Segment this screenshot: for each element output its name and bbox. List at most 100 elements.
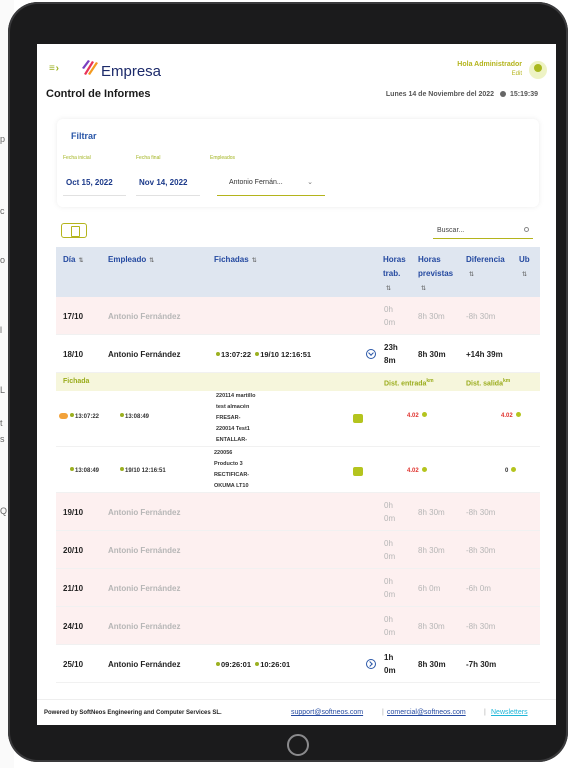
detail-dist-salida: 0: [505, 467, 517, 474]
cell-horas-previstas: 8h 30m: [418, 508, 445, 517]
cell-empleado: Antonio Fernández: [108, 622, 181, 631]
cell-dia: 18/10: [63, 350, 84, 359]
cell-diferencia: +14h 39m: [466, 350, 503, 359]
location-pin-icon: [216, 662, 220, 666]
location-dot-icon: [515, 412, 521, 417]
current-time: 15:19:39: [509, 91, 538, 98]
location-pin-icon: [70, 413, 74, 417]
cell-horas-trab: 0h 0m: [384, 305, 396, 327]
location-dot-icon: [421, 467, 427, 472]
cell-diferencia: -8h 30m: [466, 508, 496, 517]
background-fragment: c: [0, 206, 5, 216]
table-row[interactable]: 20/10 Antonio Fernández 0h 0m 8h 30m -8h …: [56, 531, 540, 569]
footer-separator: |: [382, 709, 384, 716]
cell-dia: 19/10: [63, 508, 84, 517]
support-email-link[interactable]: support@softneos.com: [291, 709, 363, 716]
cell-fichadas: 09:26:01 10:26:01: [216, 660, 290, 669]
export-file-button[interactable]: [61, 223, 87, 238]
brand-logo-icon: [82, 60, 98, 75]
table-header: Día ⇅ Empleado ⇅ Fichadas ⇅ Horas trab. ⇅ Hor…: [56, 247, 540, 297]
brand-name: Empresa: [101, 63, 162, 80]
expand-row-button[interactable]: [366, 659, 376, 669]
col-diferencia[interactable]: Diferencia ⇅: [466, 253, 505, 282]
cell-empleado: Antonio Fernández: [108, 584, 181, 593]
table-row[interactable]: 19/10 Antonio Fernández 0h 0m 8h 30m -8h …: [56, 493, 540, 531]
end-date-input[interactable]: Nov 14, 2022: [136, 170, 200, 196]
sort-icon: ⇅: [149, 258, 155, 264]
wrench-icon[interactable]: [353, 467, 363, 476]
detail-header: Fichada Dist. entradakm Dist. salidakm: [56, 373, 540, 391]
cell-horas-trab: 0h 0m: [384, 501, 396, 523]
current-date: Lunes 14 de Noviembre del 2022: [385, 91, 495, 98]
powered-by-text: Powered by SoftNeos Engineering and Comp…: [44, 710, 222, 716]
start-date-input[interactable]: Oct 15, 2022: [63, 170, 126, 196]
background-fragment: p: [0, 134, 6, 144]
table-row[interactable]: 18/10 Antonio Fernández 13:07:22 19/10 1…: [56, 335, 540, 373]
detail-dist-salida: 4.02: [501, 412, 521, 419]
table-row[interactable]: 25/10 Antonio Fernández 09:26:01 10:26:0…: [56, 645, 540, 683]
filter-panel: Filtrar Fecha inicial Fecha final Emplea…: [57, 119, 539, 207]
status-icon: [59, 413, 68, 419]
table-row[interactable]: 21/10 Antonio Fernández 0h 0m 6h 0m -6h 0…: [56, 569, 540, 607]
clock-icon: [500, 91, 507, 97]
col-dia[interactable]: Día ⇅: [63, 253, 83, 268]
location-pin-icon: [120, 467, 124, 471]
employee-label: Empleados: [210, 155, 236, 161]
cell-dia: 21/10: [63, 584, 84, 593]
chevron-down-icon: ⌄: [307, 179, 313, 186]
detail-start: 13:08:49: [70, 467, 99, 474]
search-input[interactable]: Buscar...: [433, 223, 533, 239]
cell-horas-trab: 0h 0m: [384, 615, 396, 637]
search-placeholder: Buscar...: [437, 227, 465, 234]
sort-icon: ⇅: [386, 286, 392, 292]
cell-horas-previstas: 8h 30m: [418, 622, 445, 631]
location-pin-icon: [70, 467, 74, 471]
cell-diferencia: -7h 30m: [466, 660, 497, 669]
expand-row-button[interactable]: [366, 349, 376, 359]
newsletters-link[interactable]: Newsletters: [491, 709, 528, 716]
edit-profile-link[interactable]: Edit: [512, 71, 522, 77]
page-title: Control de Informes: [46, 88, 151, 100]
col-horas-previstas[interactable]: Horas previstas ⇅: [418, 253, 453, 296]
location-pin-icon: [255, 662, 260, 666]
table-row[interactable]: 24/10 Antonio Fernández 0h 0m 8h 30m -8h …: [56, 607, 540, 645]
detail-description: 220114 martillo test almacén FRESAR- 220…: [216, 393, 256, 443]
location-pin-icon: [216, 352, 220, 356]
background-fragment: l: [0, 325, 2, 335]
current-datetime: Lunes 14 de Noviembre del 2022 15:19:39: [386, 91, 538, 98]
col-horas-trab[interactable]: Horas trab. ⇅: [383, 253, 406, 296]
wrench-icon[interactable]: [353, 414, 363, 423]
cell-empleado: Antonio Fernández: [108, 508, 181, 517]
col-ubicacion[interactable]: Ub ⇅: [519, 253, 530, 282]
cell-empleado: Antonio Fernández: [108, 312, 181, 321]
sales-email-link[interactable]: comercial@softneos.com: [387, 709, 466, 716]
user-avatar[interactable]: [529, 61, 547, 79]
home-button[interactable]: [287, 734, 309, 756]
cell-empleado: Antonio Fernández: [108, 660, 181, 669]
detail-dist-entrada: 4.02: [407, 412, 427, 419]
search-icon: [524, 227, 529, 232]
filter-title: Filtrar: [71, 131, 97, 141]
cell-horas-previstas: 8h 30m: [418, 350, 446, 359]
greeting-text: Hola Administrador: [457, 61, 522, 68]
employee-select-value: Antonio Fernán...: [229, 179, 283, 186]
app-screen: ≡ › Empresa Hola Administrador Edit Cont…: [37, 44, 556, 725]
footer-separator: |: [484, 709, 486, 716]
cell-diferencia: -8h 30m: [466, 622, 496, 631]
cell-horas-trab: 0h 0m: [384, 539, 396, 561]
sort-icon: ⇅: [78, 258, 84, 264]
table-row[interactable]: 17/10 Antonio Fernández 0h 0m 8h 30m -8h …: [56, 297, 540, 335]
location-pin-icon: [255, 352, 260, 356]
cell-diferencia: -8h 30m: [466, 312, 496, 321]
cell-dia: 20/10: [63, 546, 84, 555]
menu-toggle-icon[interactable]: ≡ ›: [49, 63, 59, 74]
cell-empleado: Antonio Fernández: [108, 546, 181, 555]
employee-select[interactable]: Antonio Fernán... ⌄: [217, 170, 325, 196]
col-fichadas[interactable]: Fichadas ⇅: [214, 253, 257, 268]
cell-dia: 17/10: [63, 312, 84, 321]
detail-col-dist-salida: Dist. salidakm: [466, 378, 511, 388]
col-empleado[interactable]: Empleado ⇅: [108, 253, 154, 268]
detail-end: 13:08:49: [120, 413, 149, 420]
cell-diferencia: -6h 0m: [466, 584, 491, 593]
detail-start: 13:07:22: [59, 413, 99, 420]
